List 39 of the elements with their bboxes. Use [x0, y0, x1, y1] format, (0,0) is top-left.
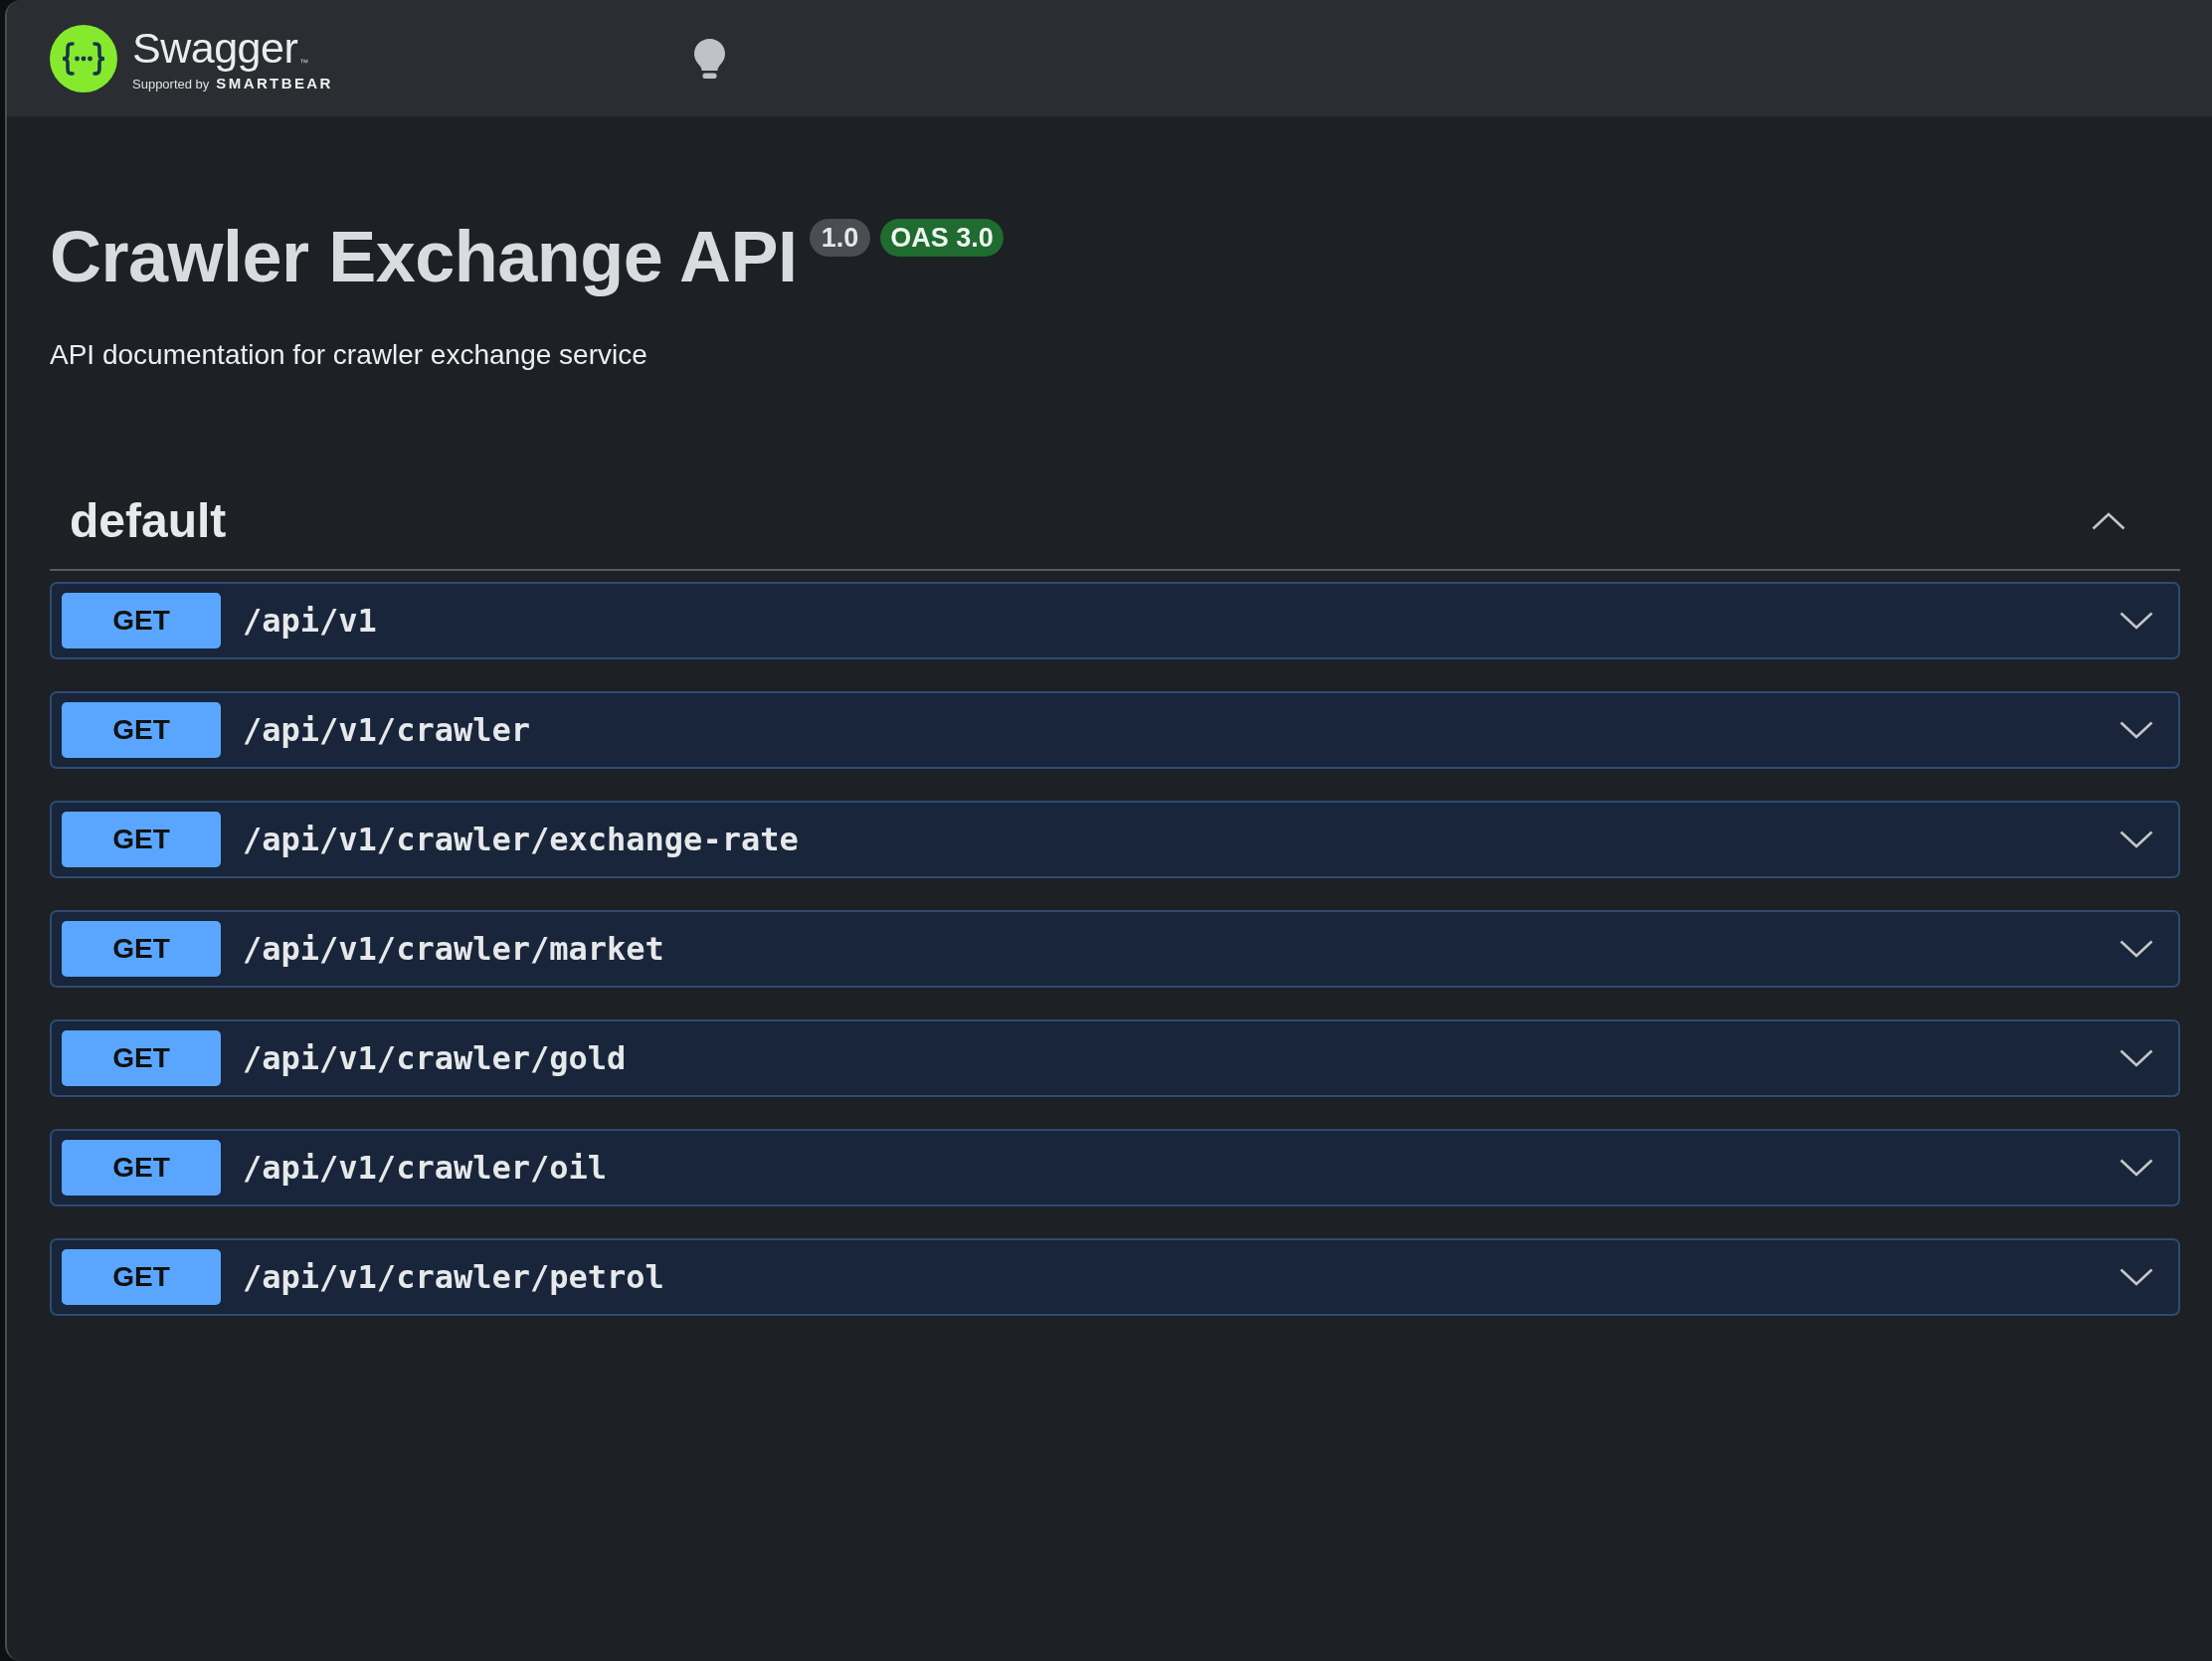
logo-wordmark: Swagger	[132, 26, 298, 70]
method-badge: GET	[62, 701, 221, 758]
chevron-icon[interactable]	[2120, 1048, 2153, 1067]
method-badge: GET	[62, 592, 221, 648]
endpoint-path: /api/v1/crawler/market	[243, 932, 664, 965]
endpoint-row[interactable]: GET /api/v1/crawler/gold	[50, 1018, 2180, 1097]
company-wordmark: SMARTBEAR	[216, 75, 333, 91]
spec-badge: OAS 3.0	[880, 219, 1004, 257]
chevron-icon[interactable]	[2092, 511, 2125, 530]
method-badge: GET	[62, 811, 221, 867]
chevron-icon[interactable]	[2120, 1158, 2153, 1177]
api-description: API documentation for crawler exchange service	[50, 338, 648, 372]
lightbulb-icon[interactable]	[694, 38, 725, 79]
endpoint-path: /api/v1/crawler/gold	[243, 1041, 627, 1074]
method-badge: GET	[62, 1139, 221, 1196]
endpoint-path: /api/v1/crawler/oil	[243, 1151, 608, 1184]
endpoint-row[interactable]: GET /api/v1/crawler	[50, 690, 2180, 769]
tag-name[interactable]: default	[70, 496, 227, 545]
endpoint-path: /api/v1/crawler	[243, 713, 530, 746]
method-badge: GET	[62, 920, 221, 977]
method-badge: GET	[62, 1248, 221, 1305]
endpoint-row[interactable]: GET /api/v1/crawler/petrol	[50, 1237, 2180, 1316]
endpoint-path: /api/v1	[243, 604, 377, 637]
chevron-icon[interactable]	[2120, 939, 2153, 958]
endpoint-row[interactable]: GET /api/v1/crawler/market	[50, 909, 2180, 988]
endpoint-row[interactable]: GET /api/v1	[50, 581, 2180, 659]
chevron-icon[interactable]	[2120, 830, 2153, 848]
version-badge: 1.0	[809, 219, 871, 257]
method-badge: GET	[62, 1029, 221, 1086]
endpoint-row[interactable]: GET /api/v1/crawler/exchange-rate	[50, 800, 2180, 878]
endpoint-path: /api/v1/crawler/petrol	[243, 1260, 664, 1293]
chevron-icon[interactable]	[2120, 1267, 2153, 1286]
chevron-icon[interactable]	[2120, 611, 2153, 630]
endpoint-path: /api/v1/crawler/exchange-rate	[243, 823, 799, 855]
endpoint-row[interactable]: GET /api/v1/crawler/oil	[50, 1128, 2180, 1206]
trademark-mark: ™	[299, 58, 309, 68]
chevron-icon[interactable]	[2120, 720, 2153, 739]
logo-tagline: Supported by	[132, 77, 210, 91]
logo-icon	[50, 24, 117, 92]
